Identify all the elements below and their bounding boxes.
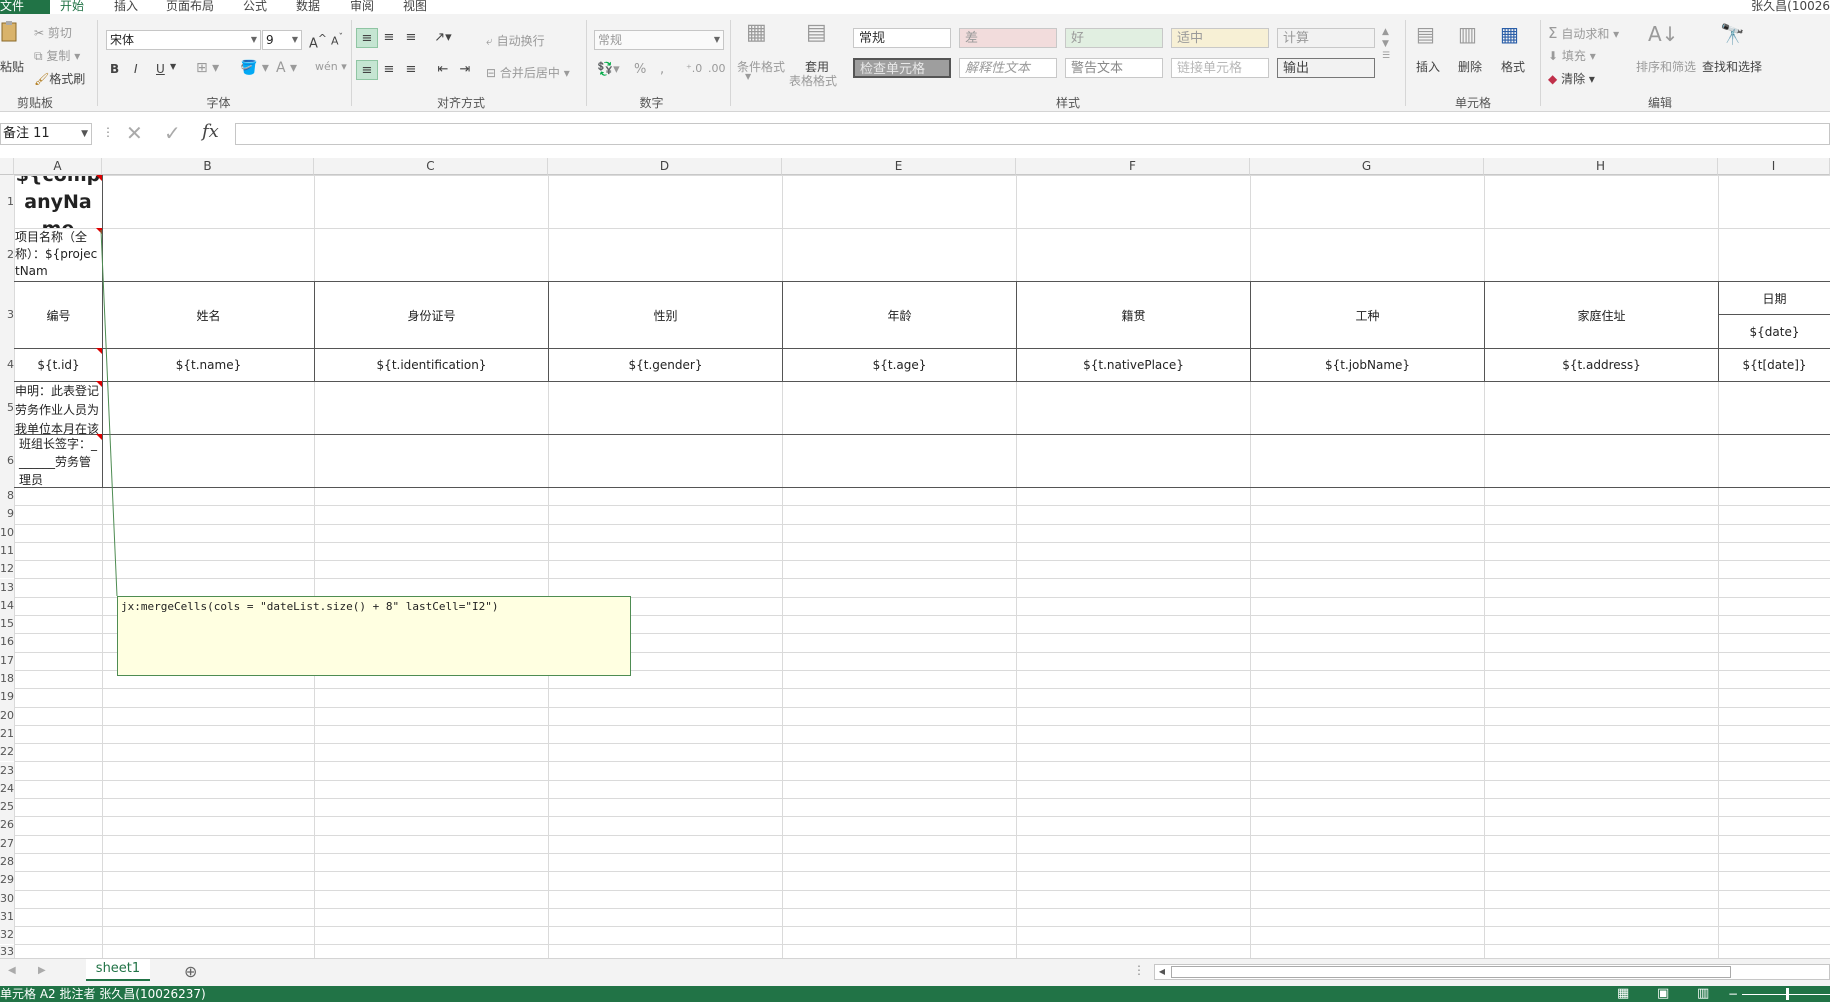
horizontal-scrollbar[interactable]: ◀ — [1154, 964, 1830, 980]
sheet-tab-sheet1[interactable]: sheet1 — [86, 959, 150, 981]
add-sheet-icon[interactable]: ⊕ — [184, 962, 197, 981]
normal-view-icon[interactable]: ▦ — [1617, 986, 1629, 1002]
scroll-left-icon[interactable]: ◀ — [1155, 965, 1169, 979]
zoom-out-icon[interactable]: − — [1728, 986, 1738, 1002]
comment-connector — [100, 229, 118, 597]
page-layout-view-icon[interactable]: ▣ — [1657, 986, 1669, 1002]
prev-sheet-icon[interactable]: ◀ — [8, 965, 16, 976]
scrollbar-thumb[interactable] — [1171, 966, 1731, 978]
zoom-slider-thumb[interactable] — [1786, 988, 1789, 1000]
next-sheet-icon[interactable]: ▶ — [38, 965, 46, 976]
status-text: 单元格 A2 批注者 张久昌(10026237) — [0, 987, 206, 1001]
sheet-tab-bar: ◀ ▶ sheet1 ⊕ ⋮ ◀ — [0, 958, 1830, 986]
status-bar: 单元格 A2 批注者 张久昌(10026237) ▦ ▣ ▥ − — [0, 986, 1830, 1002]
splitter-icon[interactable]: ⋮ — [1133, 963, 1145, 977]
page-break-view-icon[interactable]: ▥ — [1697, 986, 1709, 1002]
